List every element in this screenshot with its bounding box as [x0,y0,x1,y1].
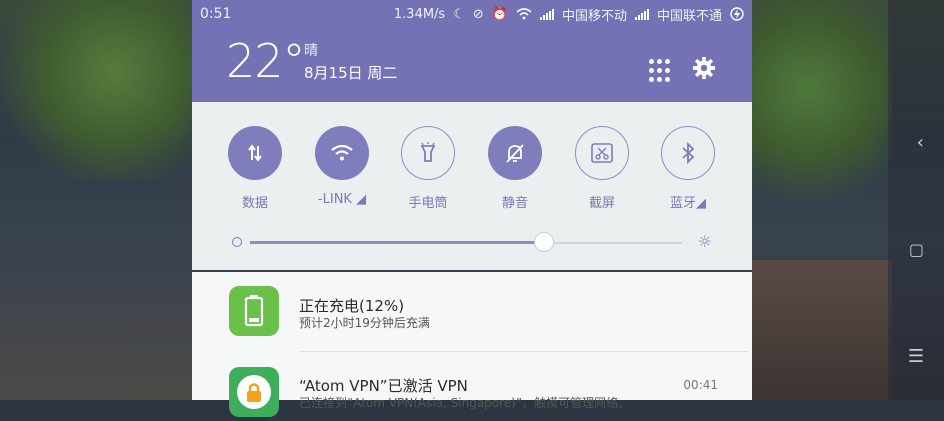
toggle-wifi[interactable]: -LINK ◢ [314,126,370,207]
date[interactable]: 8月15日 周二 [304,62,397,83]
moon-icon: ☾ [453,6,465,22]
bell-off-icon[interactable] [488,126,542,180]
notification-title: “Atom VPN”已激活 VPN [299,377,468,395]
wallpaper-foliage-right [752,0,892,220]
clock: 0:51 [200,6,232,22]
status-bar: 0:51 1.34M/s ☾ ⊘ ⏰ 中国移不动 中国联不通 [200,4,744,24]
slider-thumb[interactable] [533,232,554,252]
gear-icon[interactable] [692,56,716,80]
toggle-bluetooth[interactable]: 蓝牙◢ [660,126,716,211]
toggle-label: 手电筒 [408,196,448,211]
notification-subtitle: 预计2小时19分钟后充满 [299,316,430,330]
notification-shade: 0:51 1.34M/s ☾ ⊘ ⏰ 中国移不动 中国联不通 22° 晴 8月1… [192,0,752,417]
signal-icon [539,8,554,20]
notification-title: 正在充电(12%) [299,297,405,315]
wallpaper-city [0,250,192,400]
bluetooth-icon[interactable] [661,126,715,180]
toggle-label: 数据 [241,196,268,211]
brightness-low-icon [232,237,242,247]
network-speed: 1.34M/s [393,6,446,22]
slider-fill [250,241,544,244]
carrier-2: 中国联不通 [656,8,722,24]
back-icon[interactable]: ‹ [917,132,924,153]
notification-subtitle: 已连接到“Atom VPN(Asia, Singapore)”。触摸可管理网络。 [299,396,631,410]
wifi-icon[interactable] [315,126,369,180]
dnd-icon: ⊘ [472,6,484,22]
toggle-screenshot[interactable]: 截屏 [574,126,630,211]
notification-vpn[interactable]: “Atom VPN”已激活 VPN 00:41 已连接到“Atom VPN(As… [192,352,752,417]
quick-toggles-panel: 数据 -LINK ◢ 手电筒 静音 截屏 蓝牙◢ ☼ [192,102,752,270]
alarm-icon: ⏰ [491,6,508,22]
signal-icon [634,8,649,20]
navigation-bar: ‹ ▢ ☰ [888,0,944,400]
battery-icon [229,286,279,336]
wallpaper-foliage [0,0,192,180]
status-indicators: 1.34M/s ☾ ⊘ ⏰ 中国移不动 中国联不通 [394,5,744,24]
carrier-1: 中国移不动 [561,8,627,24]
wifi-icon [516,8,532,20]
menu-icon[interactable]: ☰ [908,346,924,367]
toggle-label: -LINK ◢ [317,192,367,207]
toggle-label: 截屏 [588,196,615,211]
toggle-flashlight[interactable]: 手电筒 [400,126,456,211]
toggle-mute[interactable]: 静音 [487,126,543,211]
vpn-lock-icon [229,367,279,417]
flashlight-icon[interactable] [401,126,455,180]
weather-condition: 晴 [304,43,318,59]
scissors-icon[interactable] [575,126,629,180]
notification-charging[interactable]: 正在充电(12%) 预计2小时19分钟后充满 [192,272,752,350]
notification-time: 00:41 [683,378,718,392]
brightness-high-icon: ☼ [697,232,712,251]
brightness-slider[interactable]: ☼ [232,232,712,252]
toggle-label: 蓝牙◢ [670,196,706,211]
notification-list: 正在充电(12%) 预计2小时19分钟后充满 “Atom VPN”已激活 VPN… [192,272,752,417]
data-arrows-icon[interactable] [228,126,282,180]
home-icon[interactable]: ▢ [909,240,924,259]
temperature: 22° [226,34,306,88]
toggle-label: 静音 [501,196,528,211]
wallpaper-bridge [752,260,892,400]
toggle-data[interactable]: 数据 [227,126,283,211]
apps-grid-icon[interactable] [646,56,676,86]
battery-charging-icon [730,7,744,21]
shade-header: 0:51 1.34M/s ☾ ⊘ ⏰ 中国移不动 中国联不通 22° 晴 8月1… [192,0,752,102]
